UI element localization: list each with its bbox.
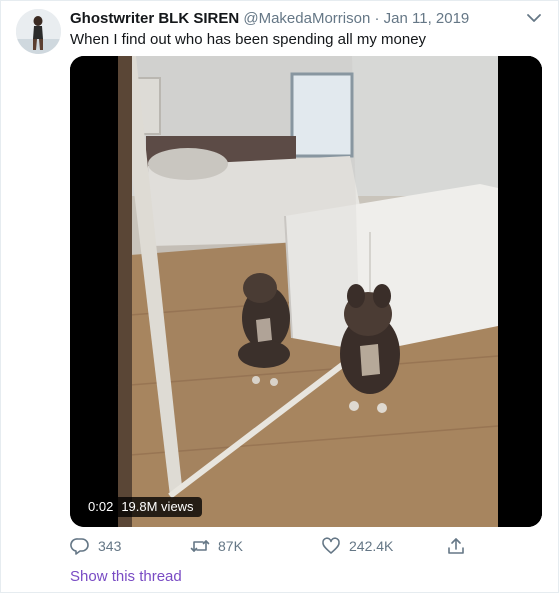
video-views: 19.8M views <box>121 499 194 514</box>
share-button[interactable] <box>446 535 466 557</box>
like-count: 242.4K <box>349 538 394 554</box>
tweet-card[interactable]: Ghostwriter BLK SIREN @MakedaMorrison · … <box>0 0 559 593</box>
tweet-header: Ghostwriter BLK SIREN @MakedaMorrison · … <box>70 10 542 28</box>
retweet-icon <box>190 540 210 552</box>
reply-count: 343 <box>98 538 122 554</box>
profile-photo <box>16 9 61 54</box>
retweet-button[interactable]: 87K <box>190 535 243 557</box>
video-frame <box>70 56 542 527</box>
tweet-date[interactable]: Jan 11, 2019 <box>384 10 470 27</box>
avatar[interactable] <box>16 9 61 54</box>
retweet-count: 87K <box>218 538 243 554</box>
reply-button[interactable]: 343 <box>70 535 121 557</box>
video-timestamp: 0:02 <box>88 499 114 514</box>
author-display-name[interactable]: Ghostwriter BLK SIREN <box>70 10 239 27</box>
heart-icon <box>322 537 340 554</box>
video-time-badge: 0:02 19.8M views <box>80 497 202 517</box>
share-icon <box>448 538 464 554</box>
tweet-text: When I find out who has been spending al… <box>70 31 427 48</box>
header-separator: · <box>374 10 380 27</box>
reply-icon <box>70 538 89 555</box>
like-button[interactable]: 242.4K <box>321 535 393 557</box>
author-handle[interactable]: @MakedaMorrison <box>243 10 370 27</box>
chevron-down-icon[interactable] <box>526 11 542 25</box>
show-thread-link[interactable]: Show this thread <box>70 568 182 585</box>
video-player[interactable]: 0:02 19.8M views <box>70 56 542 527</box>
tweet-actions: 343 87K 242.4K <box>70 535 470 557</box>
